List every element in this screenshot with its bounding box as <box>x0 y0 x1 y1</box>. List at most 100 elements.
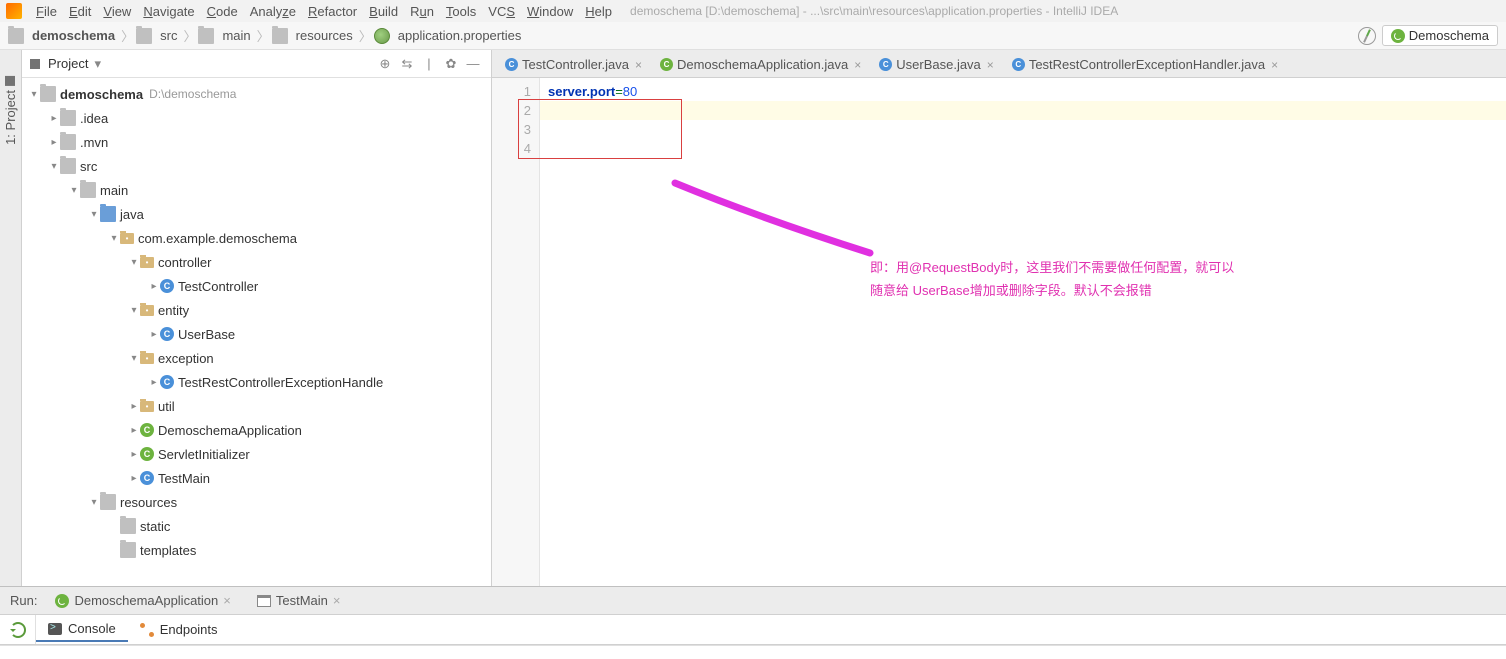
menu-item[interactable]: Refactor <box>302 2 363 21</box>
endpoints-icon <box>140 623 154 637</box>
expand-icon[interactable]: ▸ <box>48 113 60 124</box>
locate-icon[interactable]: ⊕ <box>375 54 395 74</box>
tree-label: entity <box>158 303 189 318</box>
tree-node-templates[interactable]: templates <box>22 538 491 562</box>
expand-icon[interactable]: ▾ <box>88 497 100 508</box>
annotation-line: 即：用@RequestBody时，这里我们不需要做任何配置，就可以 <box>870 256 1506 279</box>
hide-icon[interactable]: — <box>463 54 483 74</box>
folder-icon <box>136 28 152 44</box>
tree-node-util[interactable]: ▸ util <box>22 394 491 418</box>
menu-item[interactable]: Analyze <box>244 2 302 21</box>
menu-item[interactable]: File <box>30 2 63 21</box>
editor-tab[interactable]: C TestRestControllerExceptionHandler.jav… <box>1003 51 1287 77</box>
expand-icon[interactable]: ▸ <box>148 329 160 340</box>
annotation-text: 即：用@RequestBody时，这里我们不需要做任何配置，就可以 随意给 Us… <box>870 256 1506 303</box>
run-config-selector[interactable]: Demoschema <box>1382 25 1498 46</box>
code-content[interactable]: server.port=80 即：用@RequestBody时，这里我们不需要做… <box>540 78 1506 586</box>
properties-file-icon <box>374 28 390 44</box>
expand-icon[interactable]: ▾ <box>128 257 140 268</box>
menu-item[interactable]: Edit <box>63 2 97 21</box>
close-icon[interactable]: × <box>223 593 231 608</box>
expand-icon[interactable]: ▾ <box>88 209 100 220</box>
tool-window-tab-project[interactable]: 1: Project <box>1 70 20 151</box>
tree-node-class[interactable]: ▸ C TestController <box>22 274 491 298</box>
expand-icon[interactable]: ▸ <box>128 473 140 484</box>
editor-body[interactable]: 1 2 3 4 server.port=80 即：用@RequestBody时，… <box>492 78 1506 586</box>
menu-item[interactable]: Tools <box>440 2 482 21</box>
console-icon <box>48 623 62 635</box>
run-tab-demoschema[interactable]: DemoschemaApplication × <box>49 590 236 611</box>
run-tab-testmain[interactable]: TestMain × <box>251 590 347 611</box>
tree-node-exception[interactable]: ▾ exception <box>22 346 491 370</box>
menu-item[interactable]: Code <box>201 2 244 21</box>
collapse-icon[interactable]: ⇆ <box>397 54 417 74</box>
tree-node-class[interactable]: ▸ C UserBase <box>22 322 491 346</box>
tree-node-class[interactable]: ▸ C TestRestControllerExceptionHandle <box>22 370 491 394</box>
tree-node-mvn[interactable]: ▸ .mvn <box>22 130 491 154</box>
tree-label: .mvn <box>80 135 108 150</box>
menu-item[interactable]: Build <box>363 2 404 21</box>
gear-icon[interactable]: ✿ <box>441 54 461 74</box>
tree-node-root[interactable]: ▾ demoschema D:\demoschema <box>22 82 491 106</box>
endpoints-tab[interactable]: Endpoints <box>128 618 230 641</box>
tree-node-idea[interactable]: ▸ .idea <box>22 106 491 130</box>
close-icon[interactable]: × <box>854 58 861 72</box>
rerun-button[interactable] <box>0 615 36 644</box>
close-icon[interactable]: × <box>1271 58 1278 72</box>
menu-item[interactable]: Navigate <box>137 2 200 21</box>
expand-icon <box>108 545 120 556</box>
editor-tab[interactable]: C TestController.java × <box>496 51 651 77</box>
expand-icon[interactable]: ▾ <box>128 305 140 316</box>
tree-label: src <box>80 159 97 174</box>
menu-item[interactable]: Window <box>521 2 579 21</box>
menu-item[interactable]: Help <box>579 2 618 21</box>
tree-node-main[interactable]: ▾ main <box>22 178 491 202</box>
tree-node-java[interactable]: ▾ java <box>22 202 491 226</box>
breadcrumb-item-root[interactable]: demoschema <box>8 28 115 44</box>
compass-icon[interactable] <box>1358 27 1376 45</box>
expand-icon[interactable]: ▸ <box>48 137 60 148</box>
expand-icon[interactable]: ▾ <box>128 353 140 364</box>
console-tab-label: Endpoints <box>160 622 218 637</box>
tree-node-class[interactable]: ▸ C DemoschemaApplication <box>22 418 491 442</box>
tree-node-class[interactable]: ▸ C ServletInitializer <box>22 442 491 466</box>
expand-icon[interactable]: ▾ <box>68 185 80 196</box>
expand-icon[interactable]: ▸ <box>128 449 140 460</box>
expand-icon[interactable]: ▸ <box>128 425 140 436</box>
editor-tab[interactable]: C DemoschemaApplication.java × <box>651 51 870 77</box>
menu-item[interactable]: View <box>97 2 137 21</box>
menu-item[interactable]: Run <box>404 2 440 21</box>
tree-label: controller <box>158 255 211 270</box>
expand-icon[interactable]: ▸ <box>148 281 160 292</box>
editor-tab-bar: C TestController.java × C DemoschemaAppl… <box>492 50 1506 78</box>
editor-tab[interactable]: C UserBase.java × <box>870 51 1003 77</box>
tree-node-class[interactable]: ▸ C TestMain <box>22 466 491 490</box>
breadcrumb-item-main[interactable]: main <box>198 28 250 44</box>
console-body[interactable] <box>0 645 1506 659</box>
tree-node-static[interactable]: static <box>22 514 491 538</box>
breadcrumb-item-file[interactable]: application.properties <box>374 28 522 44</box>
close-icon[interactable]: × <box>333 593 341 608</box>
close-icon[interactable]: × <box>635 58 642 72</box>
close-icon[interactable]: × <box>987 58 994 72</box>
tool-tab-label: 1: Project <box>3 90 18 145</box>
expand-icon[interactable]: ▸ <box>128 401 140 412</box>
expand-icon[interactable]: ▾ <box>108 233 120 244</box>
breadcrumb-item-src[interactable]: src <box>136 28 177 44</box>
project-panel-title: Project <box>48 56 88 71</box>
package-icon <box>140 257 154 268</box>
expand-icon[interactable]: ▾ <box>48 161 60 172</box>
expand-icon[interactable]: ▾ <box>28 89 40 100</box>
tree-node-resources[interactable]: ▾ resources <box>22 490 491 514</box>
tree-node-package[interactable]: ▾ com.example.demoschema <box>22 226 491 250</box>
breadcrumb-item-resources[interactable]: resources <box>272 28 353 44</box>
tree-label: DemoschemaApplication <box>158 423 302 438</box>
console-tab[interactable]: Console <box>36 617 128 642</box>
menu-item[interactable]: VCS <box>482 2 521 21</box>
tree-node-src[interactable]: ▾ src <box>22 154 491 178</box>
tree-node-controller[interactable]: ▾ controller <box>22 250 491 274</box>
dropdown-icon[interactable]: ▾ <box>94 56 101 72</box>
package-icon <box>140 401 154 412</box>
expand-icon[interactable]: ▸ <box>148 377 160 388</box>
tree-node-entity[interactable]: ▾ entity <box>22 298 491 322</box>
